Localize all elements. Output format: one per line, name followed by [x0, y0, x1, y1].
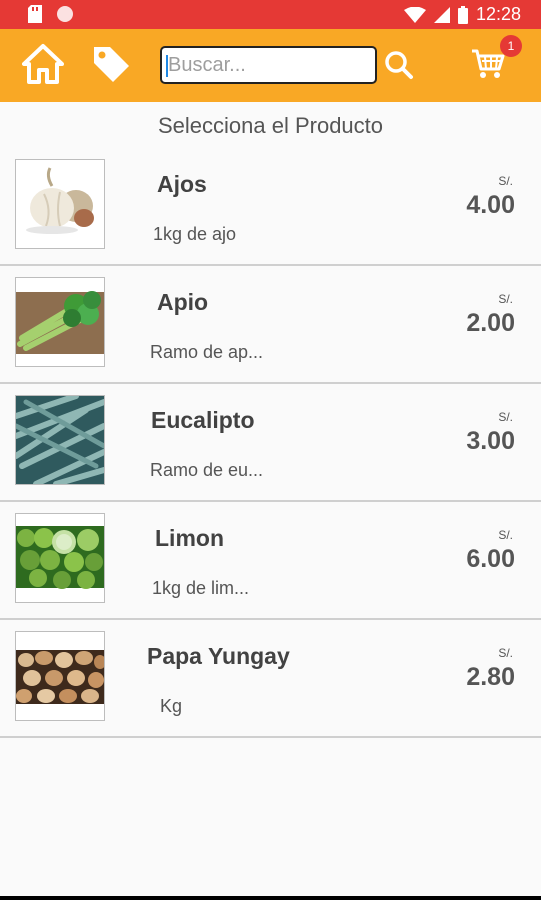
- signal-icon: [433, 6, 450, 23]
- price-currency: S/.: [498, 174, 513, 188]
- price-currency: S/.: [498, 292, 513, 306]
- product-price: 3.00: [466, 427, 515, 455]
- search-box: [160, 46, 377, 84]
- product-name: Papa Yungay: [147, 643, 290, 669]
- product-row[interactable]: Ajos 1kg de ajo S/. 4.00: [0, 148, 541, 266]
- cart-icon[interactable]: [471, 47, 505, 81]
- product-price: 4.00: [466, 191, 515, 219]
- status-time: 12:28: [475, 4, 521, 24]
- battery-icon: [457, 5, 468, 24]
- product-price: 2.80: [466, 663, 515, 691]
- search-icon[interactable]: [384, 50, 414, 80]
- product-list: Ajos 1kg de ajo S/. 4.00 Apio Ramo de ap…: [0, 148, 541, 738]
- cart-count-badge: 1: [500, 35, 522, 57]
- product-description: 1kg de ajo: [153, 224, 237, 244]
- product-image-potatoes: [15, 631, 105, 721]
- text-cursor: [166, 55, 168, 77]
- product-row[interactable]: Papa Yungay Kg S/. 2.80: [0, 620, 541, 738]
- product-row[interactable]: Apio Ramo de ap... S/. 2.00: [0, 266, 541, 384]
- product-row[interactable]: Limon 1kg de lim... S/. 6.00: [0, 502, 541, 620]
- status-bar: 12:28: [0, 0, 541, 29]
- product-description: Kg: [160, 696, 183, 716]
- price-currency: S/.: [498, 410, 513, 424]
- page-title: Selecciona el Producto: [157, 113, 384, 138]
- notification-dot-icon: [57, 6, 73, 22]
- sd-card-icon: [28, 5, 42, 23]
- product-price: 2.00: [466, 309, 515, 337]
- price-currency: S/.: [498, 528, 513, 542]
- product-name: Eucalipto: [151, 407, 255, 433]
- product-image-eucalyptus: [15, 395, 105, 485]
- wifi-icon: [403, 6, 426, 23]
- home-icon[interactable]: [22, 43, 64, 85]
- product-description: Ramo de ap...: [150, 342, 264, 362]
- product-name: Limon: [155, 525, 224, 551]
- product-image-garlic: [15, 159, 105, 249]
- product-row[interactable]: Eucalipto Ramo de eu... S/. 3.00: [0, 384, 541, 502]
- product-image-limes: [15, 513, 105, 603]
- product-image-celery: [15, 277, 105, 367]
- price-currency: S/.: [498, 646, 513, 660]
- product-price: 6.00: [466, 545, 515, 573]
- product-name: Apio: [157, 289, 209, 315]
- search-input[interactable]: [162, 48, 375, 82]
- product-description: Ramo de eu...: [150, 460, 264, 480]
- tag-icon[interactable]: [90, 43, 132, 85]
- product-name: Ajos: [157, 171, 207, 197]
- product-description: 1kg de lim...: [152, 578, 250, 598]
- navigation-bar-edge: [0, 896, 541, 900]
